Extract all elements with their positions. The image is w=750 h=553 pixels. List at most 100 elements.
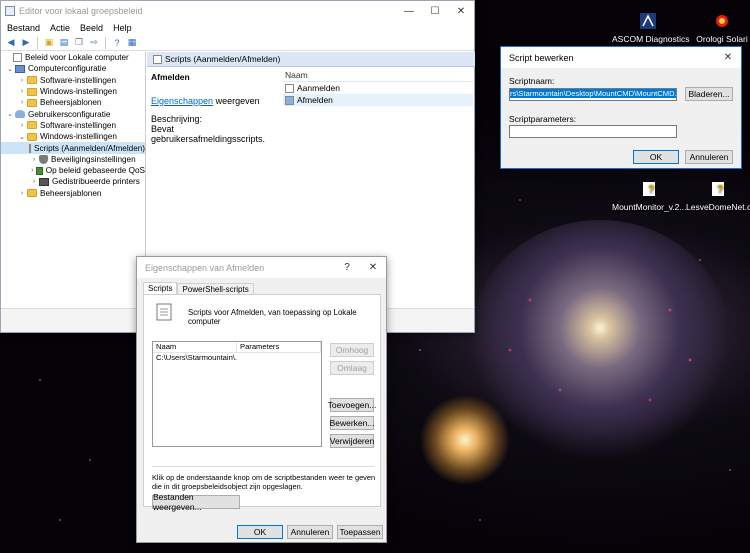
desktop-icon-ascom-diagnostics[interactable]: ASCOM Diagnostics [612,12,689,44]
tree-item-user-software-settings[interactable]: › Software-instellingen [1,120,145,131]
forward-arrow-icon[interactable]: ▶ [20,37,32,49]
column-header-name[interactable]: Naam [283,70,473,82]
scriptname-value: rs\Starmountain\Desktop\MountCMD\MountCM… [510,89,676,98]
svg-text:?: ? [648,183,655,195]
help-button[interactable]: ? [334,258,360,278]
menu-bestand[interactable]: Bestand [7,23,40,33]
tree-item-computer-config[interactable]: ⌄ Computerconfiguratie [1,63,145,74]
doc-icon [29,143,31,153]
svg-text:?: ? [717,183,724,195]
ok-button[interactable]: OK [237,525,283,539]
list-item[interactable]: Afmelden [283,94,473,106]
tree-item-label: Beveiligingsinstellingen [51,154,136,164]
chart-icon [35,166,43,175]
desktop-icon-lesvedomenet[interactable]: ? LesveDomeNet.che [686,180,750,212]
tree-item-software-settings[interactable]: › Software-instellingen [1,75,145,86]
list-header: Naam Parameters [153,342,321,353]
help-icon[interactable]: ? [111,37,123,49]
list-item[interactable]: Aanmelden [283,82,473,94]
close-button[interactable]: ✕ [360,258,386,278]
browse-button[interactable]: Bladeren... [685,87,733,101]
tree-item-user-windows-settings[interactable]: ⌄ Windows-instellingen [1,131,145,142]
menu-actie[interactable]: Actie [50,23,70,33]
cancel-button[interactable]: Annuleren [287,525,333,539]
close-button[interactable]: ✕ [448,1,474,21]
chevron-right-icon[interactable]: › [17,99,27,106]
ok-button[interactable]: OK [633,150,679,164]
tree-item-local-policy[interactable]: Beleid voor Lokale computer [1,52,145,63]
properties-icon[interactable]: ▦ [126,37,138,49]
show-files-button[interactable]: Bestanden weergeven... [152,492,240,512]
remove-button[interactable]: Verwijderen [330,434,374,448]
show-tree-icon[interactable]: ▤ [58,37,70,49]
tree-item-label: Windows-instellingen [40,87,117,97]
companion-galaxy [420,395,510,485]
chevron-right-icon[interactable]: › [29,178,39,185]
params-input[interactable] [509,125,677,138]
maximize-button[interactable]: ☐ [422,1,448,21]
list-item-label: Aanmelden [297,83,341,93]
tree-item-windows-settings[interactable]: › Windows-instellingen [1,86,145,97]
unknown-file-icon: ? [643,182,655,196]
close-button[interactable]: ✕ [715,48,741,68]
copy-icon[interactable]: ❐ [73,37,85,49]
chevron-right-icon[interactable]: › [17,190,27,197]
add-button[interactable]: Toevoegen... [328,398,376,412]
menu-help[interactable]: Help [113,23,132,33]
dialog-title: Script bewerken [509,52,574,63]
tree-item-qos[interactable]: › Op beleid gebaseerde QoS [1,165,145,176]
scriptname-input[interactable]: rs\Starmountain\Desktop\MountCMD\MountCM… [509,88,677,101]
chevron-right-icon[interactable]: › [17,122,27,129]
tree-item-scripts[interactable]: Scripts (Aanmelden/Afmelden) [1,142,145,154]
script-name-cell: C:\Users\Starmountain\... [156,353,237,362]
minimize-button[interactable]: — [396,1,422,21]
desktop-icon-label: LesveDomeNet.che [686,202,750,212]
tree-item-label: Computerconfiguratie [28,64,107,74]
tree-item-admin-templates[interactable]: › Beheersjablonen [1,97,145,108]
tree-item-printers[interactable]: › Gedistribueerde printers [1,176,145,187]
desktop-icon-mountmonitor[interactable]: ? MountMonitor_v.2... [612,180,687,212]
folder-icon [27,121,37,130]
desktop-icon-label: MountMonitor_v.2... [612,202,687,212]
menu-beeld[interactable]: Beeld [80,23,103,33]
printer-icon [39,177,49,186]
move-up-button[interactable]: Omhoog [330,343,374,357]
export-list-icon[interactable]: ⇨ [88,37,100,49]
props-titlebar[interactable]: Eigenschappen van Afmelden ? ✕ [137,257,386,278]
apply-button[interactable]: Toepassen [337,525,383,539]
shield-icon [39,154,48,164]
gpo-titlebar[interactable]: Editor voor lokaal groepsbeleid — ☐ ✕ [1,1,474,21]
chevron-down-icon[interactable]: ⌄ [17,133,27,141]
logoff-properties-dialog: Eigenschappen van Afmelden ? ✕ Scripts P… [136,256,387,543]
unknown-file-icon: ? [712,182,724,196]
tree-item-user-config[interactable]: ⌄ Gebruikersconfiguratie [1,108,145,119]
chevron-down-icon[interactable]: ⌄ [5,110,15,118]
properties-link[interactable]: Eigenschappen [151,96,213,106]
table-row[interactable]: C:\Users\Starmountain\... [153,353,321,364]
details-header: Scripts (Aanmelden/Afmelden) [147,52,475,67]
chevron-right-icon[interactable]: › [29,156,39,163]
edit-titlebar[interactable]: Script bewerken ✕ [501,47,741,68]
chevron-right-icon[interactable]: › [17,77,27,84]
tree-item-security-settings[interactable]: › Beveiligingsinstellingen [1,154,145,165]
column-header-params[interactable]: Parameters [237,342,321,352]
tree-item-user-admin-templates[interactable]: › Beheersjablonen [1,188,145,199]
toolbar-separator [105,36,106,49]
ascom-diagnostics-icon [640,13,656,29]
tree-item-label: Gedistribueerde printers [52,177,140,187]
doc-icon [285,95,294,105]
folder-icon [27,98,37,107]
gpo-app-icon [5,6,15,16]
move-down-button[interactable]: Omlaag [330,361,374,375]
chevron-right-icon[interactable]: › [17,88,27,95]
back-arrow-icon[interactable]: ◀ [5,37,17,49]
cancel-button[interactable]: Annuleren [685,150,733,164]
chevron-down-icon[interactable]: ⌄ [5,65,15,73]
column-header-name[interactable]: Naam [153,342,237,352]
menubar: Bestand Actie Beeld Help [1,21,474,35]
desktop-icon-orologi-solari[interactable]: Orologi Solari [692,12,750,44]
doc-icon [285,83,294,93]
up-folder-icon[interactable]: ▣ [43,37,55,49]
tab-scripts[interactable]: Scripts [143,282,178,294]
edit-button[interactable]: Bewerken... [330,416,374,430]
